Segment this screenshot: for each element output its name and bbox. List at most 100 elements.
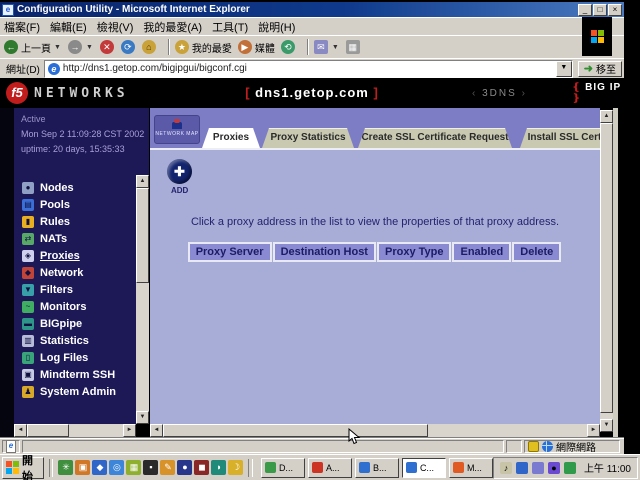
menu-help[interactable]: 說明(H) [258, 19, 295, 35]
menu-file[interactable]: 檔案(F) [4, 19, 40, 35]
sidebar-item-mindterm-ssh[interactable]: ▣Mindterm SSH [22, 369, 116, 381]
menu-favorites[interactable]: 我的最愛(A) [143, 19, 202, 35]
ime-icon[interactable] [516, 462, 528, 474]
sidebar-item-statistics[interactable]: ▥Statistics [22, 335, 116, 347]
close-button[interactable]: × [608, 4, 622, 16]
frames-area: Active Mon Sep 2 11:09:28 CST 2002 uptim… [0, 108, 624, 437]
sidebar-item-log-files[interactable]: ▯Log Files [22, 352, 116, 364]
column-header-delete[interactable]: Delete [512, 242, 561, 262]
sidebar-item-proxies[interactable]: ◈Proxies [22, 250, 116, 262]
ie-window-icon: e [2, 4, 14, 16]
sidebar-item-label: System Admin [40, 386, 116, 398]
start-button[interactable]: 開始 [2, 457, 44, 479]
display-icon[interactable] [532, 462, 544, 474]
media-button[interactable]: ▶ 媒體 [238, 40, 277, 55]
home-button[interactable]: ⌂ [142, 40, 159, 54]
quicklaunch-icon-7[interactable]: ✎ [160, 460, 175, 475]
mail-button[interactable]: ✉ ▼ [314, 40, 342, 54]
tab-install-ssl-certif[interactable]: Install SSL Certif [520, 128, 600, 148]
maximize-button[interactable]: □ [593, 4, 607, 16]
column-header-destination-host[interactable]: Destination Host [273, 242, 376, 262]
quicklaunch-icon-2[interactable]: ▣ [75, 460, 90, 475]
menu-edit[interactable]: 編輯(E) [50, 19, 87, 35]
menu-bar-items: 檔案(F) 編輯(E) 檢視(V) 我的最愛(A) 工具(T) 說明(H) [4, 19, 305, 35]
sidebar-item-monitors[interactable]: ~Monitors [22, 301, 116, 313]
sidebar-item-label: Log Files [40, 352, 88, 364]
sidebar-vscroll-thumb[interactable] [136, 188, 149, 283]
sidebar-item-filters[interactable]: ▼Filters [22, 284, 116, 296]
media-icon: ▶ [238, 40, 252, 54]
network-map-button[interactable]: NETWORK MAP [154, 115, 200, 144]
taskbar-window-button-2[interactable]: A... [308, 458, 352, 478]
toolbar-separator-2 [307, 39, 309, 55]
sidebar-item-nodes[interactable]: ●Nodes [22, 182, 116, 194]
main-vscroll-thumb[interactable] [600, 123, 613, 413]
address-dropdown-icon[interactable]: ▼ [556, 61, 572, 77]
task-buttons: D...A...B...C...M... [261, 458, 493, 478]
sidebar-item-system-admin[interactable]: ♟System Admin [22, 386, 116, 398]
main-scroll-right-icon[interactable]: ► [587, 424, 600, 437]
quicklaunch-icon-11[interactable]: ☽ [228, 460, 243, 475]
taskbar-window-button-5[interactable]: M... [449, 458, 493, 478]
sidebar: Active Mon Sep 2 11:09:28 CST 2002 uptim… [14, 108, 149, 424]
print-button[interactable]: ▦ [346, 40, 363, 54]
minimize-button[interactable]: _ [578, 4, 592, 16]
sidebar-item-pools[interactable]: ▤Pools [22, 199, 116, 211]
history-button[interactable]: ⟲ [281, 40, 298, 54]
main-vscrollbar[interactable]: ▲ ▼ [600, 110, 613, 432]
network-icon[interactable] [564, 462, 576, 474]
quicklaunch-icon-5[interactable]: ▦ [126, 460, 141, 475]
sidebar-item-nats[interactable]: ⇄NATs [22, 233, 116, 245]
scroll-down-icon[interactable]: ▼ [136, 411, 149, 424]
main-scroll-left-icon[interactable]: ◄ [150, 424, 163, 437]
tab-proxies[interactable]: Proxies [202, 128, 260, 148]
volume-icon[interactable]: ♪ [500, 462, 512, 474]
main-hscroll-thumb[interactable] [163, 424, 428, 437]
taskbar-window-button-1[interactable]: D... [261, 458, 305, 478]
favorites-button[interactable]: ★ 我的最愛 [175, 40, 234, 55]
main-hscrollbar[interactable]: ◄ ► [150, 424, 600, 437]
main-scroll-down-icon[interactable]: ▼ [600, 419, 613, 432]
quicklaunch-icon-6[interactable]: ▪ [143, 460, 158, 475]
status-active: Active [21, 112, 144, 127]
quicklaunch-icon-8[interactable]: ● [177, 460, 192, 475]
quicklaunch-icon-3[interactable]: ◆ [92, 460, 107, 475]
sidebar-item-rules[interactable]: ▮Rules [22, 216, 116, 228]
go-button[interactable]: ➜ 移至 [578, 61, 622, 77]
sidebar-hscrollbar[interactable]: ◄ ► [14, 424, 136, 437]
address-input[interactable] [63, 63, 556, 74]
main-scroll-up-icon[interactable]: ▲ [600, 110, 613, 123]
add-button[interactable]: ✚ [167, 159, 192, 184]
refresh-button[interactable]: ⟳ [121, 40, 138, 54]
quicklaunch-icon-10[interactable]: ◗ [211, 460, 226, 475]
scroll-up-icon[interactable]: ▲ [136, 175, 149, 188]
forward-button[interactable]: → ▼ [68, 40, 96, 54]
app-icon[interactable]: ● [548, 462, 560, 474]
taskbar-window-button-3[interactable]: B... [355, 458, 399, 478]
taskbar-window-button-4[interactable]: C... [402, 458, 446, 478]
forward-dropdown-icon[interactable]: ▼ [86, 44, 93, 51]
scroll-right-icon[interactable]: ► [123, 424, 136, 437]
ie-page-icon: e [6, 440, 16, 453]
sidebar-item-bigpipe[interactable]: ▬BIGpipe [22, 318, 116, 330]
banner-link-3dns[interactable]: 3DNS [472, 88, 527, 99]
scroll-left-icon[interactable]: ◄ [14, 424, 27, 437]
column-header-enabled[interactable]: Enabled [452, 242, 511, 262]
quicklaunch-icon-9[interactable]: ◼ [194, 460, 209, 475]
back-dropdown-icon[interactable]: ▼ [54, 44, 61, 51]
tab-create-ssl-certificate-request[interactable]: Create SSL Certificate Request [358, 128, 512, 148]
sidebar-hscroll-thumb[interactable] [27, 424, 69, 437]
sidebar-item-network[interactable]: ◆Network [22, 267, 116, 279]
menu-view[interactable]: 檢視(V) [97, 19, 134, 35]
stop-button[interactable]: ✕ [100, 40, 117, 54]
column-header-proxy-type[interactable]: Proxy Type [377, 242, 452, 262]
mail-dropdown-icon[interactable]: ▼ [332, 44, 339, 51]
tab-proxy-statistics[interactable]: Proxy Statistics [262, 128, 354, 148]
menu-tools[interactable]: 工具(T) [212, 19, 248, 35]
back-button[interactable]: ← 上一頁 ▼ [4, 40, 64, 55]
banner-link-bigip[interactable]: BIG IP [572, 82, 624, 104]
sidebar-vscrollbar[interactable]: ▲ ▼ [136, 175, 149, 424]
column-header-proxy-server[interactable]: Proxy Server [188, 242, 272, 262]
quicklaunch-icon-4[interactable]: ◎ [109, 460, 124, 475]
quicklaunch-icon-1[interactable]: ✳ [58, 460, 73, 475]
